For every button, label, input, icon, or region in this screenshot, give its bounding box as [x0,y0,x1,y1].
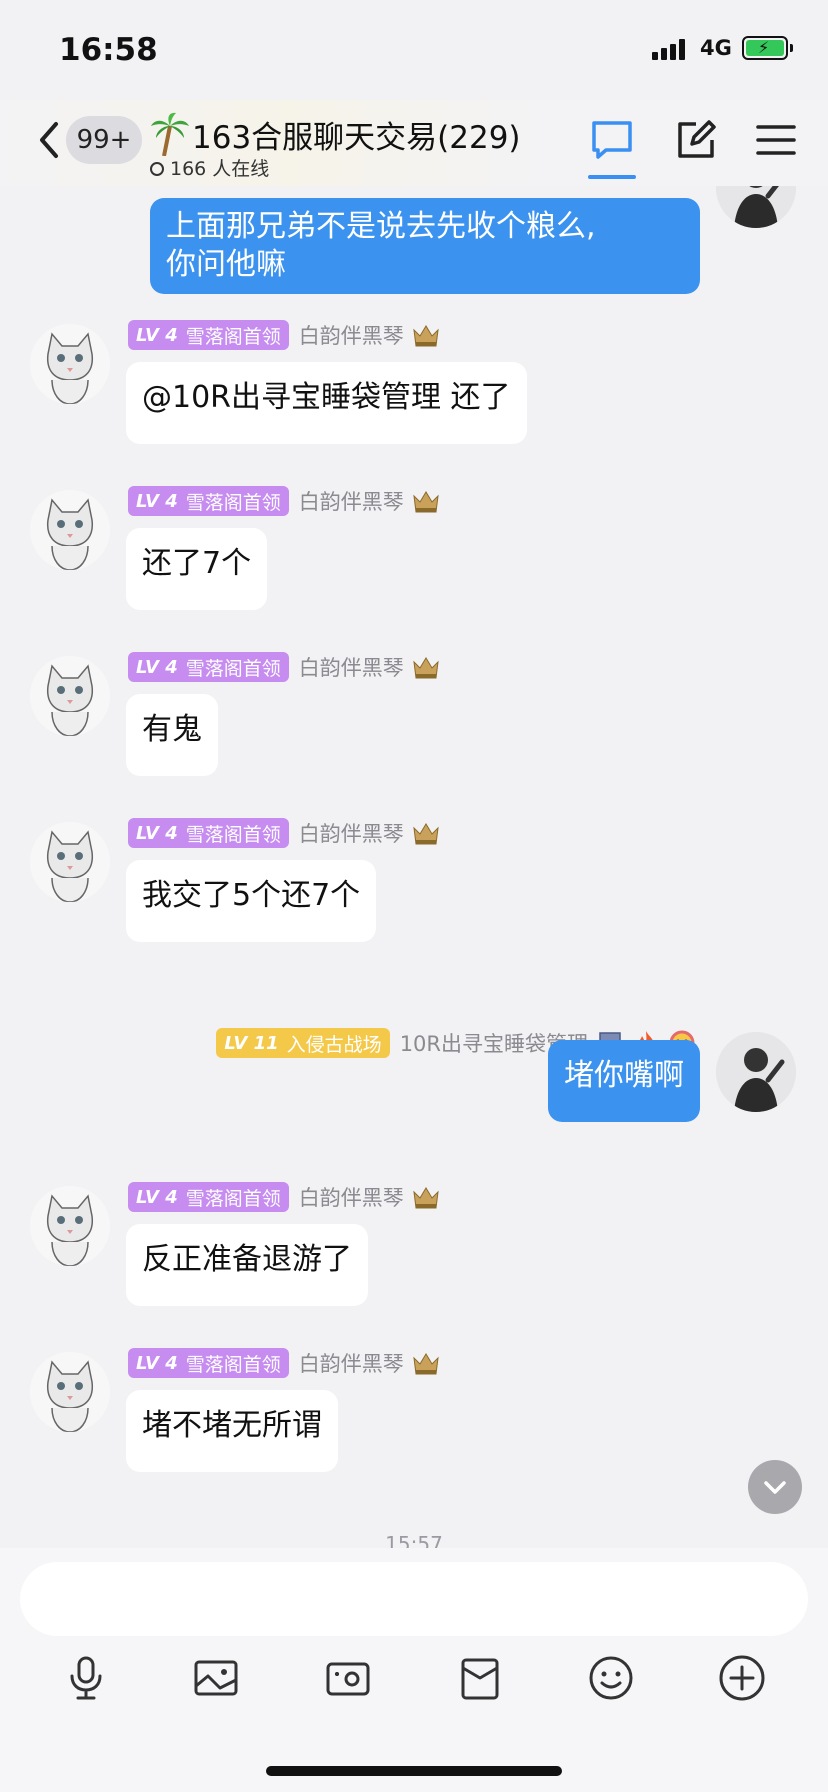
emoji-icon[interactable] [585,1652,637,1704]
status-bar: 16:58 4G ⚡ [0,0,828,100]
red-packet-icon[interactable] [454,1652,506,1704]
person-silhouette-icon [716,186,796,228]
sender-name[interactable]: 白韵伴黑琴 [299,486,404,516]
level-number: LV 4 [136,490,178,512]
sender-meta: LV 4 雪落阁首领 白韵伴黑琴 [128,1182,440,1212]
message-list[interactable]: 上面那兄弟不是说去先收个粮么, 你问他嘛 LV 4 雪落阁首领 白韵伴黑琴 @10… [0,186,828,1548]
scroll-to-bottom-button[interactable] [748,1460,802,1514]
sender-avatar[interactable] [30,656,110,736]
message-bubble-mine[interactable]: 上面那兄弟不是说去先收个粮么, 你问他嘛 [150,198,700,294]
level-badge: LV 4 雪落阁首领 [128,486,289,516]
sender-meta: LV 4 雪落阁首领 白韵伴黑琴 [128,652,440,682]
sender-meta: LV 4 雪落阁首领 白韵伴黑琴 [128,818,440,848]
level-badge: LV 4 雪落阁首领 [128,1348,289,1378]
member-title: 雪落阁首领 [185,657,281,680]
sender-meta: LV 4 雪落阁首领 白韵伴黑琴 [128,486,440,516]
message-bubble[interactable]: @10R出寻宝睡袋管理 还了 [126,362,527,444]
group-title-area[interactable]: 163合服聊天交易(229) 166 人在线 [150,106,570,186]
cat-avatar-icon [30,822,110,902]
level-badge: LV 4 雪落阁首领 [128,320,289,350]
unread-badge[interactable]: 99+ [66,116,142,164]
my-avatar[interactable] [716,186,796,228]
sender-avatar[interactable] [30,490,110,570]
message-bubble[interactable]: 堵不堵无所谓 [126,1390,338,1472]
message-bubble[interactable]: 有鬼 [126,694,218,776]
menu-icon[interactable] [754,118,798,162]
chevron-down-icon [764,1481,786,1494]
level-number: LV 4 [136,1352,178,1374]
sender-meta: LV 4 雪落阁首领 白韵伴黑琴 [128,1348,440,1378]
network-type: 4G [700,36,732,60]
cat-avatar-icon [30,1352,110,1432]
sender-name[interactable]: 白韵伴黑琴 [299,652,404,682]
palm-tree-icon [151,112,189,156]
sender-meta: LV 4 雪落阁首领 白韵伴黑琴 [128,320,440,350]
level-number: LV 4 [136,324,178,346]
level-number: LV 4 [136,656,178,678]
level-badge: LV 4 雪落阁首领 [128,818,289,848]
sender-name[interactable]: 白韵伴黑琴 [299,818,404,848]
image-icon[interactable] [190,1652,242,1704]
member-title: 雪落阁首领 [185,491,281,514]
person-silhouette-icon [716,1032,796,1112]
edit-icon[interactable] [674,118,718,162]
back-chevron-icon[interactable] [34,120,64,160]
online-count: 166 人在线 [150,154,269,181]
home-indicator [266,1766,562,1776]
chat-bubble-icon[interactable] [590,118,634,162]
online-count-label: 166 人在线 [170,158,270,180]
microphone-icon[interactable] [60,1652,112,1704]
cat-avatar-icon [30,490,110,570]
crown-icon [413,823,439,845]
message-input[interactable] [20,1562,808,1636]
level-badge: LV 4 雪落阁首领 [128,1182,289,1212]
composer [0,1548,828,1792]
member-title: 雪落阁首领 [185,823,281,846]
crown-icon [413,657,439,679]
active-tab-indicator [588,175,636,179]
sender-avatar[interactable] [30,1186,110,1266]
sender-avatar[interactable] [30,822,110,902]
group-title: 163合服聊天交易(229) [192,120,521,156]
level-number: LV 11 [224,1032,279,1054]
level-number: LV 4 [136,1186,178,1208]
my-avatar[interactable] [716,1032,796,1112]
message-text: 上面那兄弟不是说去先收个粮么, [166,209,596,244]
crown-icon [413,1187,439,1209]
member-title: 雪落阁首领 [185,1353,281,1376]
chat-header: 99+ 163合服聊天交易(229) 166 人在线 [0,100,828,186]
crown-icon [413,1353,439,1375]
sender-name[interactable]: 白韵伴黑琴 [299,320,404,350]
message-bubble[interactable]: 我交了5个还7个 [126,860,377,942]
crown-icon [413,325,439,347]
status-time: 16:58 [59,32,158,68]
member-title: 雪落阁首领 [185,1187,281,1210]
message-bubble-mine[interactable]: 堵你嘴啊 [548,1040,700,1122]
level-badge: LV 4 雪落阁首领 [128,652,289,682]
sender-name[interactable]: 白韵伴黑琴 [299,1348,404,1378]
message-timestamp: 15:57 [385,1532,443,1548]
message-text: 你问他嘛 [166,247,286,282]
crown-icon [413,491,439,513]
message-bubble[interactable]: 反正准备退游了 [126,1224,368,1306]
online-status-icon [150,162,164,176]
sender-avatar[interactable] [30,1352,110,1432]
cat-avatar-icon [30,324,110,404]
level-number: LV 4 [136,822,178,844]
sender-avatar[interactable] [30,324,110,404]
member-title: 雪落阁首领 [185,325,281,348]
member-title: 入侵古战场 [286,1033,382,1056]
level-badge: LV 11 入侵古战场 [216,1028,390,1058]
message-bubble[interactable]: 还了7个 [126,528,268,610]
plus-icon[interactable] [716,1652,768,1704]
cat-avatar-icon [30,656,110,736]
cat-avatar-icon [30,1186,110,1266]
sender-name[interactable]: 白韵伴黑琴 [299,1182,404,1212]
signal-icon [652,38,692,60]
battery-icon: ⚡ [742,36,793,60]
camera-icon[interactable] [322,1652,374,1704]
